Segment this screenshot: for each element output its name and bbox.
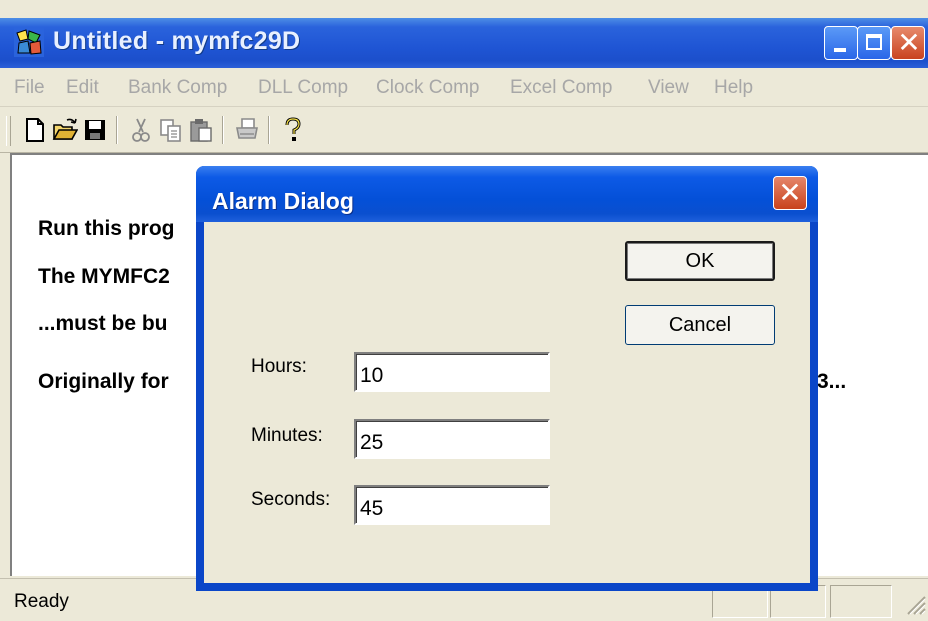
status-pane-scrl (830, 585, 892, 618)
menu-bank-comp[interactable]: Bank Comp (128, 77, 227, 99)
hours-input[interactable] (354, 352, 550, 392)
alarm-dialog: Alarm Dialog ✕ OK Cancel Hours: Minutes:… (196, 166, 818, 591)
menu-clock-comp[interactable]: Clock Comp (376, 77, 479, 99)
seconds-input[interactable] (354, 485, 550, 525)
dialog-body: OK Cancel Hours: Minutes: Seconds: (204, 222, 810, 583)
client-text-line-3: ...must be bu (38, 312, 168, 335)
ok-button[interactable]: OK (625, 241, 775, 281)
dialog-close-button[interactable]: ✕ (773, 176, 807, 210)
minutes-label: Minutes: (251, 425, 323, 446)
toolbar-separator (268, 116, 270, 144)
copy-icon[interactable] (158, 116, 184, 144)
toolbar-separator (222, 116, 224, 144)
main-window: Untitled - mymfc29D ✕ File Edit Bank Com… (0, 0, 928, 621)
close-icon: ✕ (897, 27, 921, 58)
mfc-app-icon (14, 27, 44, 57)
save-icon[interactable] (82, 116, 108, 144)
menu-edit[interactable]: Edit (66, 77, 99, 99)
client-text-line-2: The MYMFC2 (38, 265, 170, 288)
print-icon[interactable] (234, 116, 260, 144)
menu-help[interactable]: Help (714, 77, 753, 99)
new-icon[interactable] (22, 116, 48, 144)
client-text-fragment: 3... (817, 370, 847, 393)
maximize-button[interactable] (857, 26, 891, 60)
paste-icon[interactable] (188, 116, 214, 144)
resize-grip-icon[interactable] (898, 587, 926, 617)
menu-dll-comp[interactable]: DLL Comp (258, 77, 348, 99)
maximize-icon (866, 34, 882, 50)
dialog-title-bar[interactable]: Alarm Dialog ✕ (196, 166, 818, 222)
client-text-line-4: Originally for (38, 370, 169, 393)
seconds-label: Seconds: (251, 489, 331, 510)
menu-view[interactable]: View (648, 77, 689, 99)
open-icon[interactable] (52, 116, 78, 144)
menu-file[interactable]: File (14, 77, 45, 99)
toolbar-grip[interactable] (6, 116, 11, 146)
toolbar (0, 108, 928, 153)
title-bar[interactable]: Untitled - mymfc29D ✕ (0, 18, 928, 68)
cancel-button[interactable]: Cancel (625, 305, 775, 345)
minimize-icon (834, 48, 846, 52)
close-button[interactable]: ✕ (891, 26, 925, 60)
help-icon[interactable] (280, 116, 306, 144)
menu-bar: File Edit Bank Comp DLL Comp Clock Comp … (0, 68, 928, 107)
window-title: Untitled - mymfc29D (53, 27, 301, 55)
menu-excel-comp[interactable]: Excel Comp (510, 77, 612, 99)
hours-label: Hours: (251, 356, 307, 377)
dialog-title: Alarm Dialog (212, 188, 354, 214)
cut-icon[interactable] (128, 116, 154, 144)
minutes-input[interactable] (354, 419, 550, 459)
status-text: Ready (14, 591, 69, 612)
minimize-button[interactable] (824, 26, 858, 60)
toolbar-separator (116, 116, 118, 144)
client-text-line-1: Run this prog (38, 217, 175, 240)
close-icon: ✕ (778, 177, 802, 208)
